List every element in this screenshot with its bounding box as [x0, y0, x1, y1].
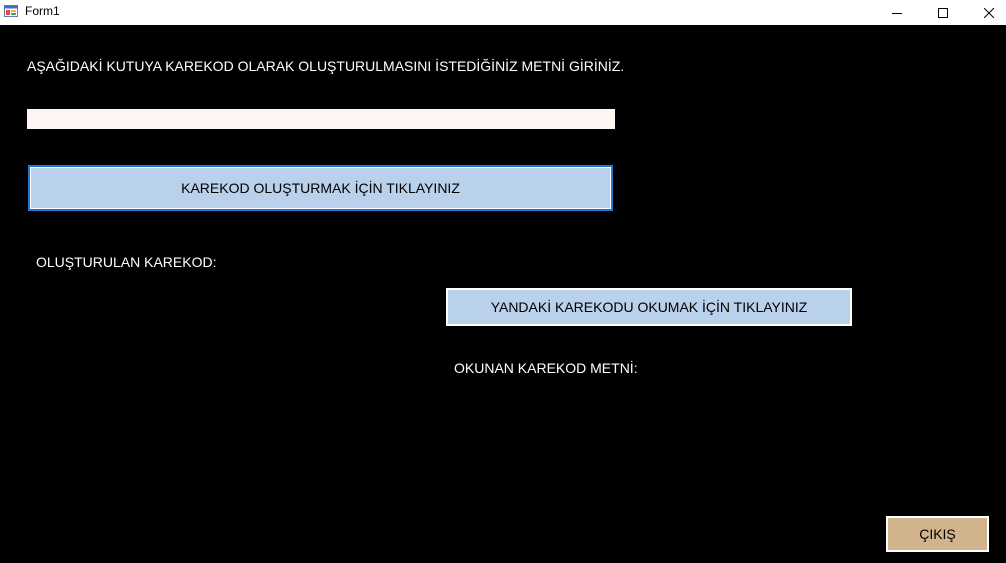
- generated-qr-label: OLUŞTURULAN KAREKOD:: [36, 254, 217, 270]
- title-bar[interactable]: Form1: [0, 0, 1006, 25]
- instruction-label: AŞAĞIDAKİ KUTUYA KAREKOD OLARAK OLUŞTURU…: [27, 58, 625, 74]
- window-title: Form1: [25, 4, 60, 18]
- generated-qr-image: [36, 282, 416, 552]
- create-qr-button[interactable]: KAREKOD OLUŞTURMAK İÇİN TIKLAYINIZ: [28, 165, 613, 211]
- read-qr-button[interactable]: YANDAKİ KAREKODU OKUMAK İÇİN TIKLAYINIZ: [446, 288, 852, 326]
- qr-text-input[interactable]: [27, 109, 615, 129]
- minimize-icon: [892, 12, 902, 14]
- maximize-icon: [938, 7, 948, 18]
- read-text-label: OKUNAN KAREKOD METNİ:: [454, 360, 638, 376]
- exit-button[interactable]: ÇIKIŞ: [886, 516, 989, 552]
- close-button[interactable]: [966, 0, 1006, 25]
- app-window: Form1 AŞAĞIDAKİ KUTUYA KAREKOD OLARAK OL…: [0, 0, 1006, 563]
- minimize-button[interactable]: [874, 0, 920, 25]
- maximize-button[interactable]: [920, 0, 966, 25]
- form-app-icon: [4, 5, 18, 17]
- close-icon: [984, 7, 994, 18]
